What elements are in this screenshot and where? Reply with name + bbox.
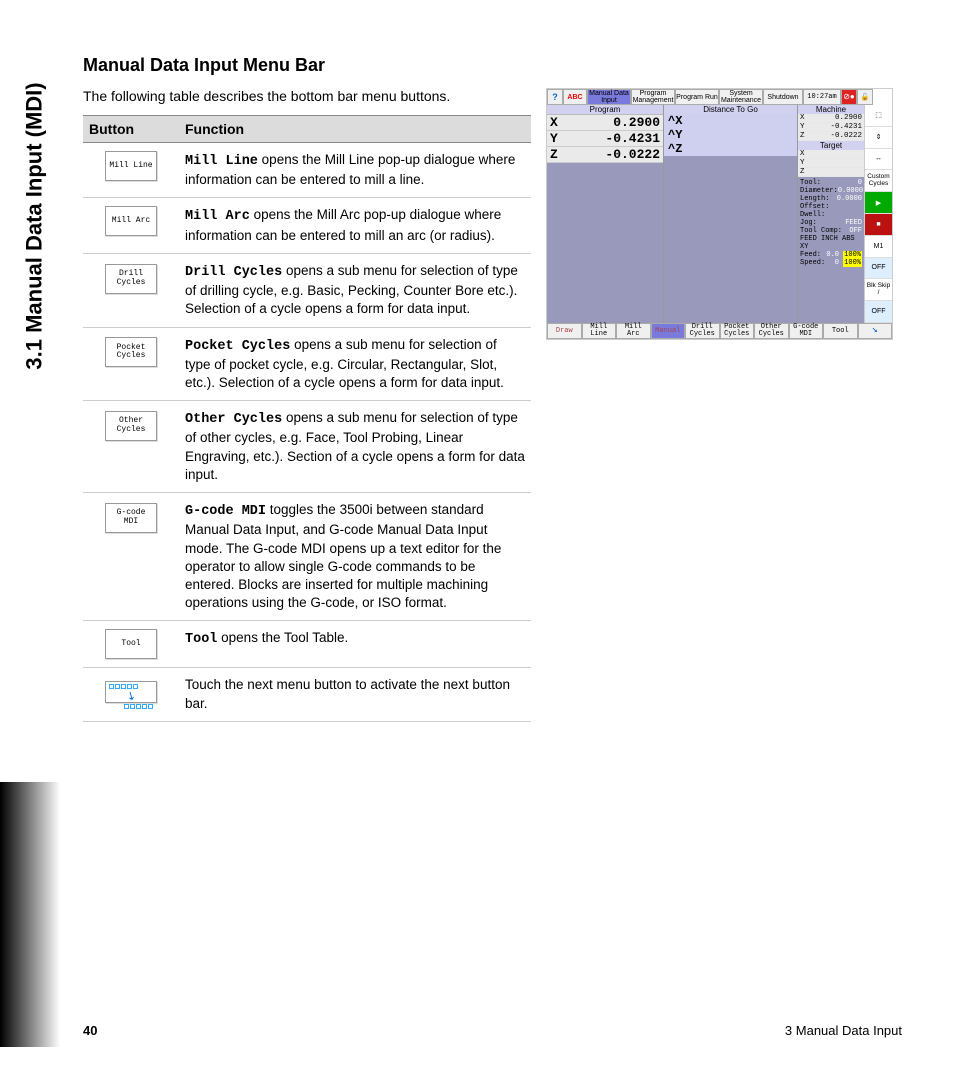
- other-cycles-soft-button[interactable]: OtherCycles: [754, 323, 789, 339]
- desc-cell: Tool opens the Tool Table.: [179, 621, 531, 668]
- machine-x: X0.2900: [798, 114, 864, 123]
- side-icons: ⬚ ⇕ ↔ Custom Cycles ▶ ■ M1 OFF Blk Skip …: [864, 105, 892, 323]
- system-maintenance-tab[interactable]: SystemMaintenance: [719, 89, 763, 105]
- bottom-bar: Draw Mill Line Mill Arc Manual DrillCycl…: [547, 323, 892, 339]
- spindle-icon[interactable]: ↔: [865, 149, 892, 171]
- th-button: Button: [83, 116, 179, 143]
- target-x: X: [798, 150, 864, 159]
- dtgo-z: ^Z: [664, 142, 797, 156]
- machine-z: Z-0.0222: [798, 132, 864, 141]
- m1-label: M1: [865, 236, 892, 258]
- next-menu-button[interactable]: ↘: [105, 681, 157, 703]
- menu-button-table: Button Function Mill Line Mill Line open…: [83, 115, 531, 722]
- dtgo-header: Distance To Go: [664, 105, 797, 114]
- program-run-tab[interactable]: Program Run: [675, 89, 719, 105]
- axis-icon-s[interactable]: ⇕: [865, 127, 892, 149]
- stop-icon[interactable]: ■: [865, 214, 892, 236]
- chapter-label: 3 Manual Data Input: [785, 1023, 902, 1038]
- target-y: Y: [798, 159, 864, 168]
- table-row: G-codeMDI G-code MDI toggles the 3500i b…: [83, 493, 531, 621]
- abc-button[interactable]: ABC: [563, 89, 587, 105]
- program-panel: Program X0.2900 Y-0.4231 Z-0.0222: [547, 105, 663, 323]
- side-gradient: [0, 782, 60, 1047]
- target-header: Target: [798, 141, 864, 150]
- topbar: ? ABC Manual DataInput ProgramManagement…: [547, 89, 892, 105]
- tool-button[interactable]: Tool: [105, 629, 157, 659]
- other-cycles-button[interactable]: OtherCycles: [105, 411, 157, 441]
- mill-line-button[interactable]: Mill Line: [105, 151, 157, 181]
- mill-line-soft-button[interactable]: Mill Line: [582, 323, 617, 339]
- drill-cycles-button[interactable]: DrillCycles: [105, 264, 157, 294]
- gcode-mdi-button[interactable]: G-codeMDI: [105, 503, 157, 533]
- section-tab-label: 3.1 Manual Data Input (MDI): [22, 82, 48, 369]
- program-management-tab[interactable]: ProgramManagement: [631, 89, 675, 105]
- table-row: DrillCycles Drill Cycles opens a sub men…: [83, 253, 531, 327]
- machine-y: Y-0.4231: [798, 123, 864, 132]
- dtgo-x: ^X: [664, 114, 797, 128]
- table-row: PocketCycles Pocket Cycles opens a sub m…: [83, 327, 531, 401]
- desc-cell: G-code MDI toggles the 3500i between sta…: [179, 493, 531, 621]
- program-header: Program: [547, 105, 663, 115]
- desc-cell: Mill Arc opens the Mill Arc pop-up dialo…: [179, 198, 531, 253]
- desc-cell: Touch the next menu button to activate t…: [179, 668, 531, 721]
- coord-x: X0.2900: [547, 115, 663, 131]
- pocket-cycles-soft-button[interactable]: PocketCycles: [720, 323, 755, 339]
- help-button[interactable]: ?: [547, 89, 563, 105]
- gcode-mdi-soft-button[interactable]: G-codeMDI: [789, 323, 824, 339]
- m1-toggle[interactable]: OFF: [865, 258, 892, 280]
- tool-soft-button[interactable]: Tool: [823, 323, 858, 339]
- table-row: Mill Arc Mill Arc opens the Mill Arc pop…: [83, 198, 531, 253]
- draw-button[interactable]: Draw: [547, 323, 582, 339]
- section-tab: 3.1 Manual Data Input (MDI): [18, 48, 52, 403]
- clock: 10:27am: [803, 89, 841, 105]
- table-row: Mill Line Mill Line opens the Mill Line …: [83, 143, 531, 198]
- desc-cell: Other Cycles opens a sub menu for select…: [179, 401, 531, 493]
- page-heading: Manual Data Input Menu Bar: [83, 55, 325, 76]
- dtgo-y: ^Y: [664, 128, 797, 142]
- mill-arc-soft-button[interactable]: Mill Arc: [616, 323, 651, 339]
- blkskip-label: Blk Skip /: [865, 279, 892, 301]
- page-number: 40: [83, 1023, 97, 1038]
- target-z: Z: [798, 168, 864, 177]
- blkskip-toggle[interactable]: OFF: [865, 301, 892, 323]
- machine-header: Machine: [798, 105, 864, 114]
- run-icon[interactable]: ▶: [865, 192, 892, 214]
- coord-z: Z-0.0222: [547, 147, 663, 163]
- intro-text: The following table describes the bottom…: [83, 88, 533, 104]
- pocket-cycles-button[interactable]: PocketCycles: [105, 337, 157, 367]
- shutdown-button[interactable]: Shutdown: [763, 89, 803, 105]
- drill-cycles-soft-button[interactable]: DrillCycles: [685, 323, 720, 339]
- next-bar-button[interactable]: ↘: [858, 323, 893, 339]
- manual-data-input-tab[interactable]: Manual DataInput: [587, 89, 631, 105]
- custom-cycles[interactable]: Custom Cycles: [865, 170, 892, 192]
- alert-icon[interactable]: ⊘●: [841, 89, 857, 105]
- mdi-screenshot: ? ABC Manual DataInput ProgramManagement…: [546, 88, 893, 340]
- distance-to-go-panel: Distance To Go ^X ^Y ^Z: [663, 105, 798, 323]
- table-row: OtherCycles Other Cycles opens a sub men…: [83, 401, 531, 493]
- mill-arc-button[interactable]: Mill Arc: [105, 206, 157, 236]
- coord-y: Y-0.4231: [547, 131, 663, 147]
- desc-cell: Drill Cycles opens a sub menu for select…: [179, 253, 531, 327]
- machine-panel: Machine X0.2900 Y-0.4231 Z-0.0222 Target…: [798, 105, 864, 323]
- table-row: Tool Tool opens the Tool Table.: [83, 621, 531, 668]
- manual-soft-button[interactable]: Manual: [651, 323, 686, 339]
- arrow-icon: ↘: [123, 688, 138, 705]
- lock-icon[interactable]: 🔓: [857, 89, 873, 105]
- desc-cell: Pocket Cycles opens a sub menu for selec…: [179, 327, 531, 401]
- th-function: Function: [179, 116, 531, 143]
- desc-cell: Mill Line opens the Mill Line pop-up dia…: [179, 143, 531, 198]
- axis-icon-m[interactable]: ⬚: [865, 105, 892, 127]
- table-row: ↘ Touch the next menu button to activate…: [83, 668, 531, 721]
- info-block: Tool:0 Diameter:0.0000 Length:0.0000 Off…: [798, 177, 864, 323]
